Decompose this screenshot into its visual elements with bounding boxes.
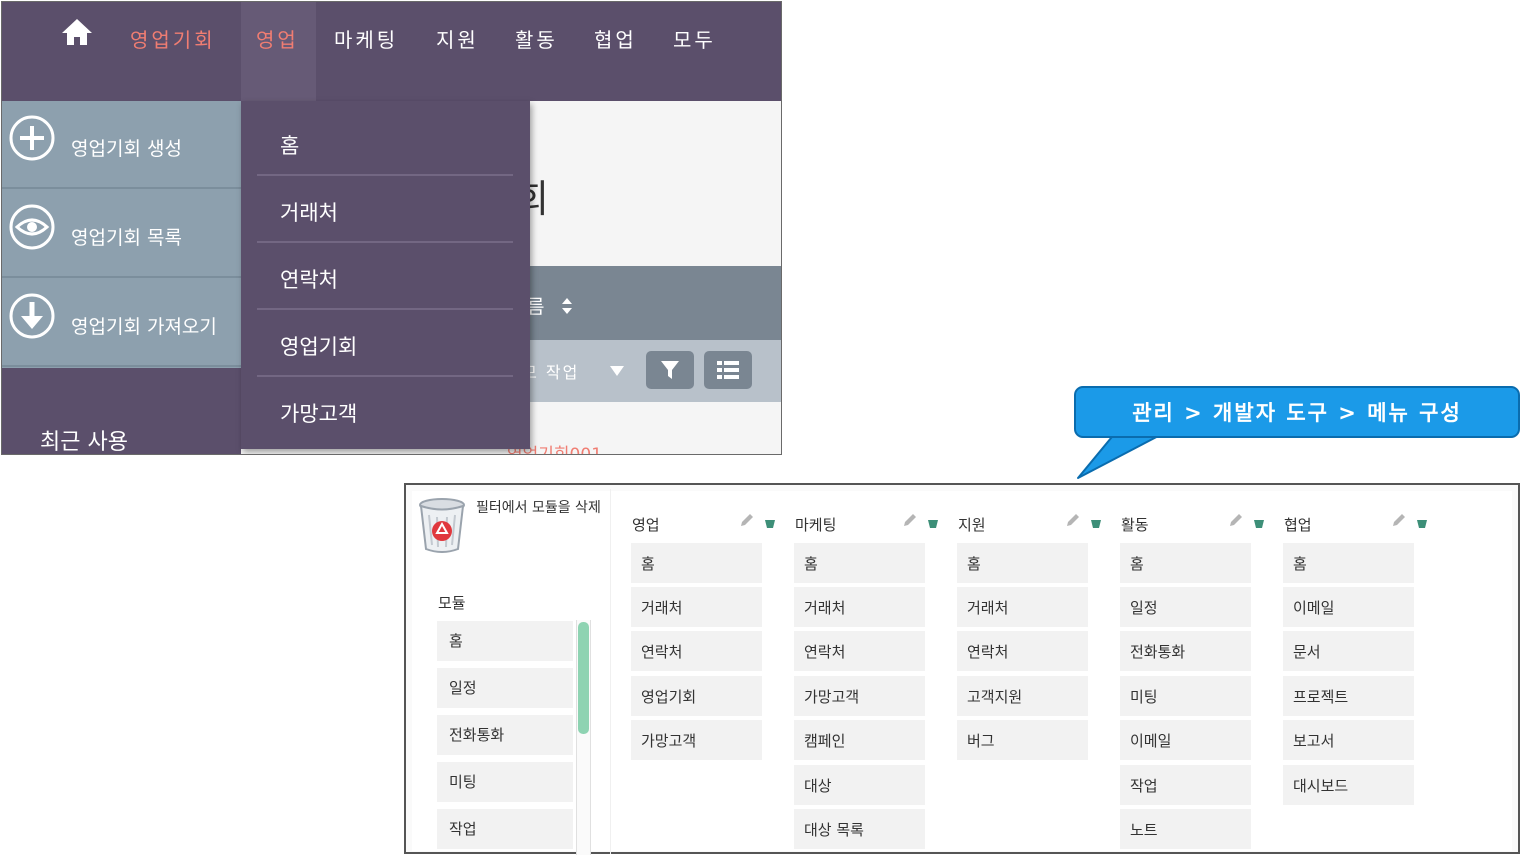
- group-item[interactable]: 연락처: [631, 631, 762, 671]
- recycle-bin-icon[interactable]: [417, 497, 467, 553]
- pencil-icon[interactable]: [1064, 511, 1082, 529]
- delete-icon[interactable]: [1091, 519, 1101, 529]
- nav-item-opportunities[interactable]: 영업기회: [130, 24, 216, 53]
- action-label: 영업기회 가져오기: [71, 316, 217, 338]
- top-navigation-bar: 영업기회 영업 마케팅 지원 활동 협업 모두: [2, 2, 781, 101]
- group-heading-sales: 영업: [632, 516, 660, 534]
- dropdown-item-home[interactable]: 홈: [280, 130, 299, 160]
- callout-text: 관리 > 개발자 도구 > 메뉴 구성: [1132, 401, 1462, 425]
- action-import-opportunities[interactable]: 영업기회 가져오기: [2, 279, 241, 367]
- dropdown-item-leads[interactable]: 가망고객: [280, 398, 357, 428]
- group-item[interactable]: 일정: [1120, 587, 1251, 627]
- pencil-icon[interactable]: [738, 511, 756, 529]
- suitecrm-sales-menu-screenshot: 영업기회 영업 마케팅 지원 활동 협업 모두 영업기회 생성 영업기회 목록: [1, 1, 782, 455]
- action-list-opportunities[interactable]: 영업기회 목록: [2, 190, 241, 278]
- group-item[interactable]: 영업기회: [631, 676, 762, 716]
- nav-item-sales[interactable]: 영업: [256, 24, 299, 53]
- sales-dropdown-menu: 홈 거래처 연락처 영업기회 가망고객: [241, 101, 530, 449]
- column-chooser-button[interactable]: [704, 351, 752, 389]
- group-heading-support: 지원: [958, 516, 986, 534]
- group-item[interactable]: 노트: [1120, 809, 1251, 849]
- dropdown-divider: [257, 308, 513, 310]
- group-item[interactable]: 이메일: [1283, 587, 1414, 627]
- nav-item-support[interactable]: 지원: [436, 24, 479, 53]
- modules-scrollbar-thumb[interactable]: [578, 622, 589, 734]
- callout-pointer: [1077, 432, 1172, 479]
- module-item[interactable]: 일정: [437, 668, 573, 708]
- plus-circle-icon: [9, 115, 55, 161]
- group-item[interactable]: 프로젝트: [1283, 676, 1414, 716]
- group-item[interactable]: 홈: [1283, 543, 1414, 583]
- group-heading-collaboration: 협업: [1284, 516, 1312, 534]
- group-item[interactable]: 캠페인: [794, 720, 925, 760]
- modules-heading: 모듈: [438, 594, 466, 612]
- action-create-opportunity[interactable]: 영업기회 생성: [2, 101, 241, 189]
- group-item[interactable]: 이메일: [1120, 720, 1251, 760]
- trash-hint-text: 필터에서 모듈을 삭제: [476, 500, 601, 516]
- delete-icon[interactable]: [765, 519, 775, 529]
- group-heading-marketing: 마케팅: [795, 516, 837, 534]
- action-label: 영업기회 목록: [71, 227, 182, 249]
- dropdown-item-accounts[interactable]: 거래처: [280, 197, 338, 227]
- caret-down-icon[interactable]: [609, 365, 625, 377]
- group-item[interactable]: 작업: [1120, 765, 1251, 805]
- group-item[interactable]: 홈: [1120, 543, 1251, 583]
- group-item[interactable]: 가망고객: [631, 720, 762, 760]
- delete-icon[interactable]: [928, 519, 938, 529]
- group-item[interactable]: 홈: [631, 543, 762, 583]
- dropdown-item-contacts[interactable]: 연락처: [280, 264, 338, 294]
- group-item[interactable]: 보고서: [1283, 720, 1414, 760]
- group-item[interactable]: 고객지원: [957, 676, 1088, 716]
- group-item[interactable]: 미팅: [1120, 676, 1251, 716]
- dropdown-divider: [257, 241, 513, 243]
- pencil-icon[interactable]: [901, 511, 919, 529]
- module-item[interactable]: 전화통화: [437, 715, 573, 755]
- delete-icon[interactable]: [1254, 519, 1264, 529]
- recent-heading: 최근 사용: [40, 430, 128, 455]
- action-label: 영업기회 생성: [71, 138, 182, 160]
- download-circle-icon: [9, 293, 55, 339]
- group-item[interactable]: 가망고객: [794, 676, 925, 716]
- list-icon: [717, 361, 739, 379]
- nav-item-activities[interactable]: 활동: [515, 24, 558, 53]
- group-item[interactable]: 연락처: [957, 631, 1088, 671]
- group-item[interactable]: 거래처: [957, 587, 1088, 627]
- nav-item-marketing[interactable]: 마케팅: [334, 24, 398, 53]
- group-item[interactable]: 문서: [1283, 631, 1414, 671]
- sort-icon[interactable]: [560, 296, 574, 316]
- home-icon[interactable]: [60, 17, 94, 47]
- group-item[interactable]: 홈: [957, 543, 1088, 583]
- group-item[interactable]: 거래처: [631, 587, 762, 627]
- group-item[interactable]: 대상: [794, 765, 925, 805]
- group-item[interactable]: 대시보드: [1283, 765, 1414, 805]
- delete-icon[interactable]: [1417, 519, 1427, 529]
- group-item[interactable]: 거래처: [794, 587, 925, 627]
- group-item[interactable]: 전화통화: [1120, 631, 1251, 671]
- panel-divider: [610, 489, 611, 854]
- nav-item-all[interactable]: 모두: [673, 24, 716, 53]
- pencil-icon[interactable]: [1227, 511, 1245, 529]
- module-item[interactable]: 작업: [437, 809, 573, 849]
- eye-icon: [9, 204, 55, 250]
- nav-item-collaboration[interactable]: 협업: [594, 24, 637, 53]
- group-item[interactable]: 버그: [957, 720, 1088, 760]
- filter-button[interactable]: [646, 351, 694, 389]
- group-item[interactable]: 홈: [794, 543, 925, 583]
- dropdown-divider: [257, 174, 513, 176]
- group-item[interactable]: 대상 목록: [794, 809, 925, 849]
- module-item[interactable]: 홈: [437, 621, 573, 661]
- module-item[interactable]: 미팅: [437, 762, 573, 802]
- filter-icon: [661, 361, 679, 379]
- pencil-icon[interactable]: [1390, 511, 1408, 529]
- dropdown-divider: [257, 375, 513, 377]
- group-item[interactable]: 연락처: [794, 631, 925, 671]
- dropdown-item-opportunities[interactable]: 영업기회: [280, 331, 357, 361]
- group-heading-activities: 활동: [1121, 516, 1149, 534]
